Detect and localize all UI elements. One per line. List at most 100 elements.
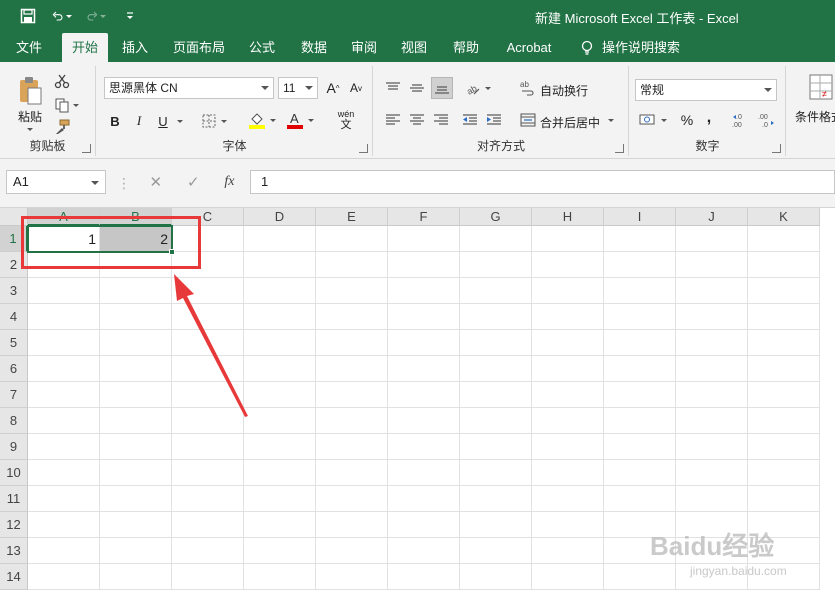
bold-button[interactable]: B bbox=[106, 111, 124, 131]
comma-button[interactable]: , bbox=[702, 108, 716, 128]
cell-h3[interactable] bbox=[532, 278, 604, 304]
cell-h1[interactable] bbox=[532, 226, 604, 252]
cell-f14[interactable] bbox=[388, 564, 460, 590]
cell-d2[interactable] bbox=[244, 252, 316, 278]
cell-j8[interactable] bbox=[676, 408, 748, 434]
cell-c6[interactable] bbox=[172, 356, 244, 382]
cell-h10[interactable] bbox=[532, 460, 604, 486]
cell-d5[interactable] bbox=[244, 330, 316, 356]
cell-h12[interactable] bbox=[532, 512, 604, 538]
align-right-icon[interactable] bbox=[431, 110, 451, 130]
cell-b8[interactable] bbox=[100, 408, 172, 434]
cell-b4[interactable] bbox=[100, 304, 172, 330]
accounting-format-button[interactable] bbox=[635, 110, 671, 130]
cell-d6[interactable] bbox=[244, 356, 316, 382]
column-header-j[interactable]: J bbox=[676, 208, 748, 226]
cell-c13[interactable] bbox=[172, 538, 244, 564]
cell-f2[interactable] bbox=[388, 252, 460, 278]
row-header-8[interactable]: 8 bbox=[0, 408, 28, 434]
cell-j1[interactable] bbox=[676, 226, 748, 252]
cell-k3[interactable] bbox=[748, 278, 820, 304]
cell-d8[interactable] bbox=[244, 408, 316, 434]
cell-c7[interactable] bbox=[172, 382, 244, 408]
cell-e2[interactable] bbox=[316, 252, 388, 278]
column-header-a[interactable]: A bbox=[28, 208, 100, 226]
bottom-align-icon[interactable] bbox=[431, 77, 453, 99]
cell-b14[interactable] bbox=[100, 564, 172, 590]
cell-d4[interactable] bbox=[244, 304, 316, 330]
shrink-font-icon[interactable]: Av bbox=[347, 79, 365, 97]
cell-a1[interactable]: 1 bbox=[28, 226, 100, 252]
cell-f3[interactable] bbox=[388, 278, 460, 304]
undo-icon[interactable] bbox=[52, 6, 72, 26]
percent-button[interactable]: % bbox=[678, 110, 696, 130]
font-name-select[interactable]: 思源黑体 CN bbox=[104, 77, 274, 99]
cell-j7[interactable] bbox=[676, 382, 748, 408]
merge-center-button[interactable]: 合并后居中 bbox=[540, 114, 600, 131]
cell-k2[interactable] bbox=[748, 252, 820, 278]
cell-h2[interactable] bbox=[532, 252, 604, 278]
tab-view[interactable]: 视图 bbox=[392, 33, 436, 62]
cell-a9[interactable] bbox=[28, 434, 100, 460]
cell-b11[interactable] bbox=[100, 486, 172, 512]
cell-d9[interactable] bbox=[244, 434, 316, 460]
row-header-3[interactable]: 3 bbox=[0, 278, 28, 304]
cell-h9[interactable] bbox=[532, 434, 604, 460]
cell-h4[interactable] bbox=[532, 304, 604, 330]
cell-i7[interactable] bbox=[604, 382, 676, 408]
cell-e5[interactable] bbox=[316, 330, 388, 356]
cell-j4[interactable] bbox=[676, 304, 748, 330]
cell-c2[interactable] bbox=[172, 252, 244, 278]
format-painter-icon[interactable] bbox=[52, 118, 72, 136]
cell-g10[interactable] bbox=[460, 460, 532, 486]
cell-g2[interactable] bbox=[460, 252, 532, 278]
cell-j3[interactable] bbox=[676, 278, 748, 304]
number-format-select[interactable]: 常规 bbox=[635, 79, 777, 101]
tab-review[interactable]: 审阅 bbox=[342, 33, 386, 62]
row-header-2[interactable]: 2 bbox=[0, 252, 28, 278]
merge-center-dropdown[interactable] bbox=[606, 114, 616, 126]
cell-g4[interactable] bbox=[460, 304, 532, 330]
fill-color-button[interactable] bbox=[245, 109, 279, 131]
formula-input[interactable]: 1 bbox=[250, 170, 835, 194]
cell-k8[interactable] bbox=[748, 408, 820, 434]
cell-a12[interactable] bbox=[28, 512, 100, 538]
cell-i1[interactable] bbox=[604, 226, 676, 252]
cell-h6[interactable] bbox=[532, 356, 604, 382]
formula-bar-splitter[interactable]: ⋮ bbox=[117, 175, 131, 192]
cell-h14[interactable] bbox=[532, 564, 604, 590]
cell-d1[interactable] bbox=[244, 226, 316, 252]
cell-f10[interactable] bbox=[388, 460, 460, 486]
increase-indent-icon[interactable] bbox=[484, 110, 504, 130]
top-align-icon[interactable] bbox=[383, 78, 403, 98]
borders-button[interactable] bbox=[197, 111, 231, 131]
cell-d3[interactable] bbox=[244, 278, 316, 304]
phonetic-guide-button[interactable]: wén 文 bbox=[331, 108, 361, 132]
tab-file[interactable]: 文件 bbox=[0, 33, 58, 62]
enter-icon[interactable]: ✓ bbox=[187, 173, 200, 191]
cell-k4[interactable] bbox=[748, 304, 820, 330]
cell-h8[interactable] bbox=[532, 408, 604, 434]
increase-decimal-icon[interactable]: .0.00 bbox=[730, 110, 752, 130]
cell-f5[interactable] bbox=[388, 330, 460, 356]
cell-h11[interactable] bbox=[532, 486, 604, 512]
align-left-icon[interactable] bbox=[383, 110, 403, 130]
underline-button[interactable]: U bbox=[154, 111, 172, 131]
cell-a4[interactable] bbox=[28, 304, 100, 330]
row-header-4[interactable]: 4 bbox=[0, 304, 28, 330]
cell-i9[interactable] bbox=[604, 434, 676, 460]
cell-g14[interactable] bbox=[460, 564, 532, 590]
cell-h7[interactable] bbox=[532, 382, 604, 408]
cell-j2[interactable] bbox=[676, 252, 748, 278]
column-header-e[interactable]: E bbox=[316, 208, 388, 226]
cell-b2[interactable] bbox=[100, 252, 172, 278]
cell-g12[interactable] bbox=[460, 512, 532, 538]
tab-help[interactable]: 帮助 bbox=[444, 33, 488, 62]
cell-c1[interactable] bbox=[172, 226, 244, 252]
cell-g1[interactable] bbox=[460, 226, 532, 252]
conditional-formatting-label[interactable]: 条件格式 bbox=[795, 108, 835, 125]
select-all-button[interactable] bbox=[0, 208, 28, 226]
number-launcher-icon[interactable] bbox=[772, 144, 781, 153]
cell-c8[interactable] bbox=[172, 408, 244, 434]
grow-font-icon[interactable]: A ^ bbox=[324, 79, 342, 97]
